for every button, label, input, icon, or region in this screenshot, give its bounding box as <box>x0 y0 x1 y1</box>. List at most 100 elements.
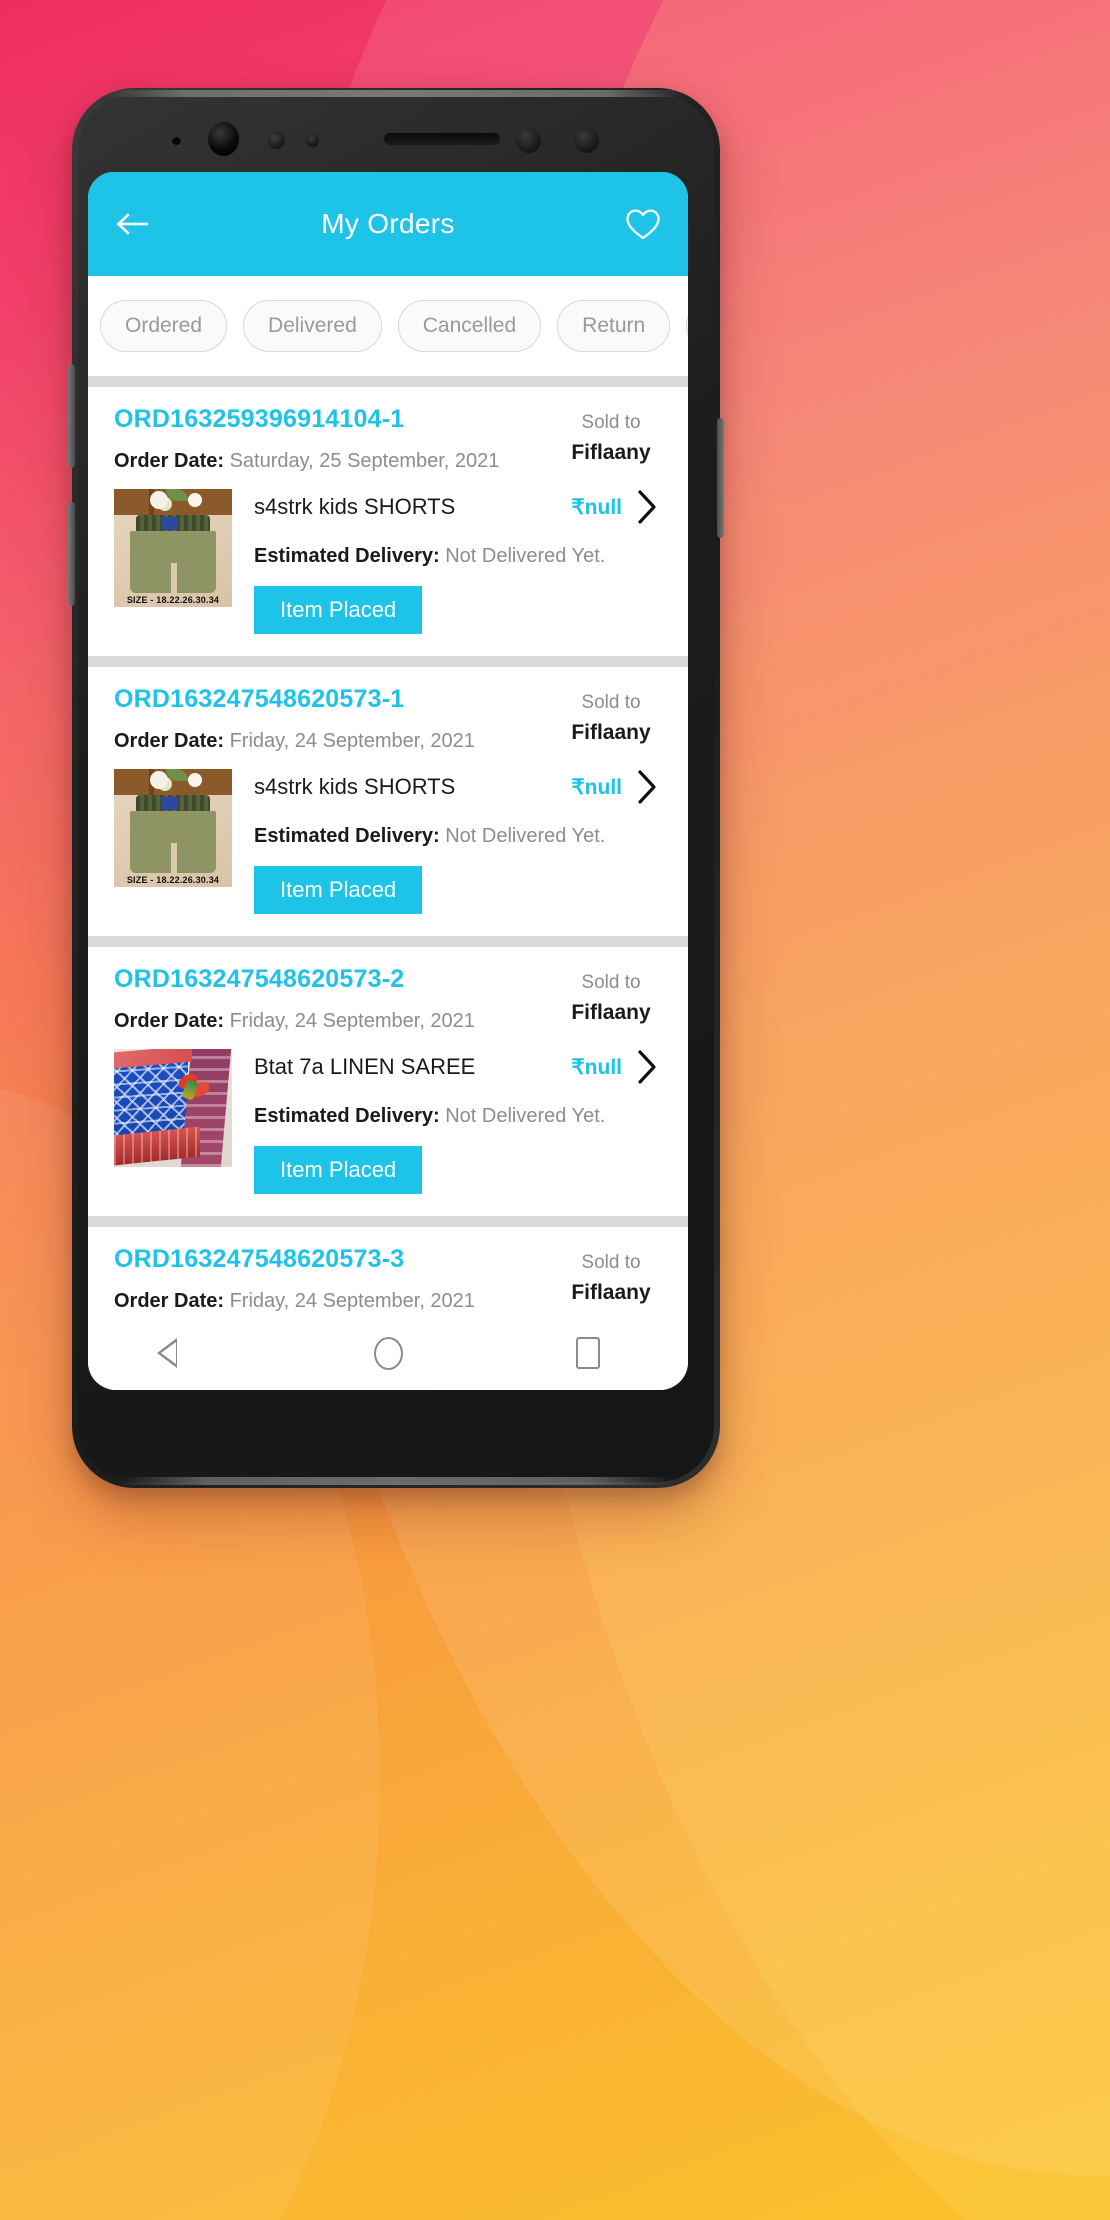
order-divider <box>88 936 688 947</box>
camo-shorts-image: SIZE - 18.22.26.30.34 <box>114 769 232 887</box>
product-title-row: s4strk kids SHORTS ₹null <box>254 489 662 525</box>
order-id-link[interactable]: ORD163247548620573-1 <box>114 685 546 714</box>
android-navigation-bar[interactable] <box>88 1316 688 1390</box>
order-date-value: Saturday, 25 September, 2021 <box>229 450 500 472</box>
seller-name: Fiflaany <box>571 1280 651 1304</box>
product-row[interactable]: Btat 7a LINEN SAREE ₹null Estimated Deli… <box>114 1049 662 1194</box>
seller-name: Fiflaany <box>571 720 651 744</box>
order-card[interactable]: ORD163259396914104-1 Order Date: Saturda… <box>88 387 688 656</box>
order-date-label: Order Date: <box>114 730 225 752</box>
order-card[interactable]: ORD163247548620573-2 Order Date: Friday,… <box>88 947 688 1216</box>
page-title: My Orders <box>321 208 455 239</box>
estimated-delivery-value: Not Delivered Yet. <box>445 545 606 567</box>
order-card-header-left: ORD163247548620573-2 Order Date: Friday,… <box>114 965 546 1033</box>
chevron-right-icon[interactable] <box>632 489 662 525</box>
product-name: Btat 7a LINEN SAREE <box>254 1054 476 1079</box>
product-info: Btat 7a LINEN SAREE ₹null Estimated Deli… <box>232 1049 662 1194</box>
phone-mockup: My Orders Ordered Delivered Cancelled Re… <box>68 88 724 1488</box>
order-date-value: Friday, 24 September, 2021 <box>229 730 475 752</box>
seller-name: Fiflaany <box>571 1000 651 1024</box>
filter-chip-delivered[interactable]: Delivered <box>243 300 382 352</box>
front-camera-icon <box>208 122 239 156</box>
order-card[interactable]: ORD163247548620573-3 Order Date: Friday,… <box>88 1227 688 1313</box>
product-price: ₹null <box>571 495 622 519</box>
section-divider <box>88 376 688 387</box>
volume-down-button[interactable] <box>68 502 75 606</box>
seller-block: Sold to Fiflaany <box>546 405 662 467</box>
sensor-dot-right-2-icon <box>574 128 599 153</box>
order-date-row: Order Date: Friday, 24 September, 2021 <box>114 730 546 753</box>
order-card-header-left: ORD163247548620573-3 Order Date: Friday,… <box>114 1245 546 1313</box>
seller-block: Sold to Fiflaany <box>546 685 662 747</box>
order-date-label: Order Date: <box>114 450 225 472</box>
product-title-row: Btat 7a LINEN SAREE ₹null <box>254 1049 662 1085</box>
filter-chip-return[interactable]: Return <box>557 300 671 352</box>
sensor-dot-right-1-icon <box>516 128 541 153</box>
phone-top-edge <box>106 90 686 97</box>
linen-saree-image <box>114 1049 232 1167</box>
product-row[interactable]: SIZE - 18.22.26.30.34 s4strk kids SHORTS… <box>114 489 662 634</box>
order-date-label: Order Date: <box>114 1010 225 1032</box>
order-status-button[interactable]: Item Placed <box>254 1146 423 1194</box>
order-id-link[interactable]: ORD163259396914104-1 <box>114 405 546 434</box>
order-date-value: Friday, 24 September, 2021 <box>229 1290 475 1312</box>
seller-block: Sold to Fiflaany <box>546 1245 662 1307</box>
product-thumbnail[interactable] <box>114 1049 232 1167</box>
order-id-link[interactable]: ORD163247548620573-3 <box>114 1245 546 1274</box>
order-id-link[interactable]: ORD163247548620573-2 <box>114 965 546 994</box>
thumbnail-caption: SIZE - 18.22.26.30.34 <box>126 875 220 885</box>
order-card-header: ORD163247548620573-1 Order Date: Friday,… <box>114 685 662 753</box>
product-name: s4strk kids SHORTS <box>254 774 456 799</box>
phone-screen: My Orders Ordered Delivered Cancelled Re… <box>88 172 688 1390</box>
order-date-label: Order Date: <box>114 1290 225 1312</box>
order-card-header: ORD163247548620573-2 Order Date: Friday,… <box>114 965 662 1033</box>
order-status-button[interactable]: Item Placed <box>254 586 423 634</box>
estimated-delivery-label: Estimated Delivery: <box>254 545 440 567</box>
order-card-header: ORD163259396914104-1 Order Date: Saturda… <box>114 405 662 473</box>
estimated-delivery-row: Estimated Delivery: Not Delivered Yet. <box>254 1105 662 1128</box>
estimated-delivery-row: Estimated Delivery: Not Delivered Yet. <box>254 545 662 568</box>
power-button[interactable] <box>717 418 724 538</box>
chevron-right-icon[interactable] <box>632 1049 662 1085</box>
seller-name: Fiflaany <box>571 440 651 464</box>
product-info: s4strk kids SHORTS ₹null Estimated Deliv… <box>232 489 662 634</box>
filter-chip-cancelled[interactable]: Cancelled <box>397 300 542 352</box>
order-status-button[interactable]: Item Placed <box>254 866 423 914</box>
order-card-header: ORD163247548620573-3 Order Date: Friday,… <box>114 1245 662 1313</box>
nav-back-icon[interactable] <box>151 1325 225 1381</box>
thumbnail-caption: SIZE - 18.22.26.30.34 <box>126 595 220 605</box>
estimated-delivery-label: Estimated Delivery: <box>254 825 440 847</box>
seller-block: Sold to Fiflaany <box>546 965 662 1027</box>
order-card[interactable]: ORD163247548620573-1 Order Date: Friday,… <box>88 667 688 936</box>
order-divider <box>88 1216 688 1227</box>
product-row[interactable]: SIZE - 18.22.26.30.34 s4strk kids SHORTS… <box>114 769 662 914</box>
filter-chip-partial[interactable]: R <box>686 300 688 352</box>
order-card-header-left: ORD163247548620573-1 Order Date: Friday,… <box>114 685 546 753</box>
order-date-row: Order Date: Friday, 24 September, 2021 <box>114 1290 546 1313</box>
heart-icon[interactable] <box>620 201 666 247</box>
product-name: s4strk kids SHORTS <box>254 494 456 519</box>
volume-up-button[interactable] <box>68 364 75 468</box>
estimated-delivery-label: Estimated Delivery: <box>254 1105 440 1127</box>
sold-to-label: Sold to <box>581 1252 641 1273</box>
sensor-dot-icon <box>172 136 181 145</box>
order-status-filter-bar[interactable]: Ordered Delivered Cancelled Return R <box>88 276 688 376</box>
nav-home-icon[interactable] <box>351 1325 425 1381</box>
filter-chip-ordered[interactable]: Ordered <box>100 300 228 352</box>
product-thumbnail[interactable]: SIZE - 18.22.26.30.34 <box>114 489 232 607</box>
camo-shorts-image: SIZE - 18.22.26.30.34 <box>114 489 232 607</box>
earpiece-speaker-icon <box>384 133 500 145</box>
estimated-delivery-value: Not Delivered Yet. <box>445 1105 606 1127</box>
product-thumbnail[interactable]: SIZE - 18.22.26.30.34 <box>114 769 232 887</box>
nav-recents-icon[interactable] <box>551 1325 625 1381</box>
product-price: ₹null <box>571 775 622 799</box>
order-date-row: Order Date: Saturday, 25 September, 2021 <box>114 450 546 473</box>
product-price: ₹null <box>571 1055 622 1079</box>
chevron-right-icon[interactable] <box>632 769 662 805</box>
sold-to-label: Sold to <box>581 692 641 713</box>
product-title-row: s4strk kids SHORTS ₹null <box>254 769 662 805</box>
order-date-row: Order Date: Friday, 24 September, 2021 <box>114 1010 546 1033</box>
app-bar: My Orders <box>88 172 688 276</box>
back-arrow-icon[interactable] <box>110 201 156 247</box>
sold-to-label: Sold to <box>581 972 641 993</box>
